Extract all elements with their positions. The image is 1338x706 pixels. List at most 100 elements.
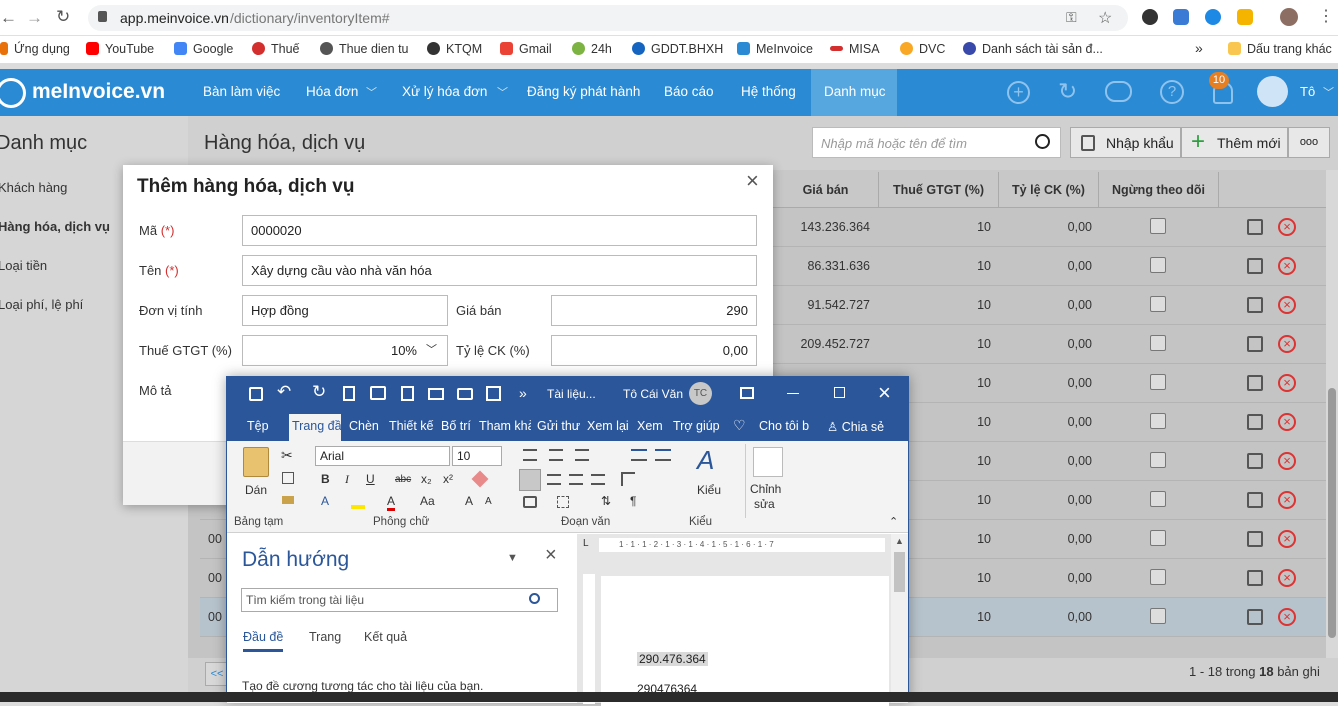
search-icon[interactable]	[1035, 134, 1050, 149]
thue-select[interactable]: 10% ﹀	[242, 335, 448, 366]
star-icon[interactable]: ☆	[1098, 8, 1112, 28]
bookmark-item[interactable]: GDDT.BHXH	[632, 42, 723, 56]
text-effects-icon[interactable]: A	[321, 494, 329, 508]
nav-bao-cao[interactable]: Báo cáo	[664, 84, 714, 99]
camera-icon[interactable]	[457, 388, 473, 400]
extension-icon[interactable]	[1237, 9, 1253, 25]
tab-xem-lai[interactable]: Xem lại	[587, 419, 629, 433]
justify-icon[interactable]	[591, 474, 605, 485]
add-new-button[interactable]: + Thêm mới	[1181, 127, 1288, 158]
highlight-icon[interactable]	[351, 495, 365, 509]
undo-icon[interactable]: ↶	[277, 382, 291, 402]
overflow-icon[interactable]: »	[519, 385, 527, 401]
chat-icon[interactable]	[1105, 81, 1132, 102]
shrink-font-icon[interactable]: A	[485, 496, 492, 507]
ten-input[interactable]: Xây dựng cầu vào nhà văn hóa	[242, 255, 757, 286]
nav-danh-muc-active[interactable]: Danh mục	[811, 69, 897, 116]
styles-icon[interactable]: A	[697, 445, 714, 476]
bold-icon[interactable]: B	[321, 472, 330, 486]
stop-tracking-checkbox[interactable]	[1150, 569, 1166, 585]
save-icon[interactable]	[249, 387, 263, 401]
delete-icon[interactable]: ×	[1278, 374, 1296, 392]
delete-icon[interactable]: ×	[1278, 257, 1296, 275]
more-bookmarks-button[interactable]: »	[1195, 40, 1203, 56]
align-center-icon[interactable]	[547, 474, 561, 485]
multilevel-icon[interactable]	[575, 449, 589, 461]
stop-tracking-checkbox[interactable]	[1150, 491, 1166, 507]
nav-dang-ky-phat-hanh[interactable]: Đăng ký phát hành	[527, 84, 640, 99]
superscript-icon[interactable]: x²	[443, 472, 453, 486]
bookmark-item[interactable]: DVC	[900, 42, 945, 56]
font-name-select[interactable]: Arial	[315, 446, 450, 466]
stop-tracking-checkbox[interactable]	[1150, 218, 1166, 234]
bookmark-item[interactable]: Google	[174, 42, 233, 56]
format-painter-icon[interactable]	[282, 496, 294, 504]
user-name[interactable]: Tô	[1300, 84, 1315, 99]
stop-tracking-checkbox[interactable]	[1150, 374, 1166, 390]
nav-he-thong[interactable]: Hệ thống	[741, 84, 796, 99]
search-icon[interactable]	[529, 593, 540, 604]
form-icon[interactable]	[486, 386, 501, 401]
tab-trang-dau[interactable]: Trang đầu	[289, 414, 341, 441]
column-header-ty-le-ck[interactable]: Tỷ lệ CK (%)	[998, 172, 1098, 208]
stop-tracking-checkbox[interactable]	[1150, 530, 1166, 546]
edit-icon[interactable]	[1247, 219, 1263, 235]
open-folder-icon[interactable]	[428, 388, 444, 400]
ribbon-display-icon[interactable]	[740, 387, 754, 399]
tab-tep[interactable]: Tệp	[247, 419, 269, 433]
app-logo[interactable]: meInvoice.vn	[32, 80, 165, 104]
stop-tracking-checkbox[interactable]	[1150, 413, 1166, 429]
import-button[interactable]: Nhập khẩu	[1070, 127, 1181, 158]
bookmark-item[interactable]: Danh sách tài sản đ...	[963, 42, 1103, 56]
share-button[interactable]: ♙ Chia sẻ	[827, 419, 884, 434]
tab-gui-thu[interactable]: Gửi thư	[537, 419, 580, 433]
edit-icon[interactable]	[1247, 375, 1263, 391]
don-vi-tinh-input[interactable]: Hợp đồng	[242, 295, 448, 326]
redo-icon[interactable]: ↻	[312, 382, 326, 402]
tab-bo-tri[interactable]: Bố trí	[441, 419, 471, 433]
edit-icon[interactable]	[1247, 453, 1263, 469]
pane-options-icon[interactable]: ▼	[507, 552, 518, 564]
change-case-icon[interactable]: Aa	[420, 494, 435, 508]
cut-icon[interactable]: ✂	[281, 447, 293, 464]
paste-button[interactable]: Dán	[245, 483, 267, 497]
sidebar-item-khach-hang[interactable]: Khách hàng	[0, 180, 67, 195]
tab-tham-khao[interactable]: Tham khả	[479, 419, 531, 433]
tell-me-box[interactable]: Cho tôi b	[759, 419, 809, 433]
extension-icon[interactable]	[1205, 9, 1221, 25]
edit-icon[interactable]	[1247, 609, 1263, 625]
delete-icon[interactable]: ×	[1278, 452, 1296, 470]
column-header-thue[interactable]: Thuế GTGT (%)	[878, 172, 998, 208]
delete-icon[interactable]: ×	[1278, 608, 1296, 626]
strikethrough-icon[interactable]: abc	[395, 474, 411, 485]
close-icon[interactable]: ×	[878, 380, 891, 406]
nav-ban-lam-viec[interactable]: Bàn làm việc	[203, 84, 280, 99]
stop-tracking-checkbox[interactable]	[1150, 296, 1166, 312]
more-button[interactable]: ooo	[1288, 127, 1330, 158]
nav-search-input[interactable]: Tìm kiếm trong tài liệu	[241, 588, 558, 612]
align-left-icon[interactable]	[519, 469, 541, 491]
nav-tab-results[interactable]: Kết quả	[364, 630, 407, 644]
edit-icon[interactable]	[1247, 492, 1263, 508]
help-icon[interactable]: ?	[1160, 80, 1184, 104]
table-scrollbar[interactable]	[1326, 170, 1338, 658]
edit-icon[interactable]	[1247, 258, 1263, 274]
address-bar[interactable]: app.meinvoice.vn /dictionary/inventoryIt…	[88, 5, 1128, 31]
search-input[interactable]: Nhập mã hoặc tên để tìm	[812, 127, 1061, 158]
ty-le-ck-input[interactable]: 0,00	[551, 335, 757, 366]
extension-icon[interactable]	[1173, 9, 1189, 25]
gia-ban-input[interactable]: 290	[551, 295, 757, 326]
delete-icon[interactable]: ×	[1278, 413, 1296, 431]
font-size-select[interactable]: 10	[452, 446, 502, 466]
tab-stop-icon[interactable]: L	[583, 538, 589, 549]
numbering-icon[interactable]	[549, 449, 563, 461]
column-header-ngung-theo-doi[interactable]: Ngừng theo dõi	[1098, 172, 1219, 208]
sort-icon[interactable]: ⇅	[601, 494, 611, 508]
delete-icon[interactable]: ×	[1278, 296, 1296, 314]
user-avatar[interactable]	[1257, 76, 1288, 107]
delete-icon[interactable]: ×	[1278, 491, 1296, 509]
bookmark-folder[interactable]: Dấu trang khác	[1228, 42, 1332, 56]
edit-icon[interactable]	[1247, 531, 1263, 547]
key-icon[interactable]: ⚿	[1066, 9, 1077, 26]
print-icon[interactable]	[370, 386, 386, 400]
